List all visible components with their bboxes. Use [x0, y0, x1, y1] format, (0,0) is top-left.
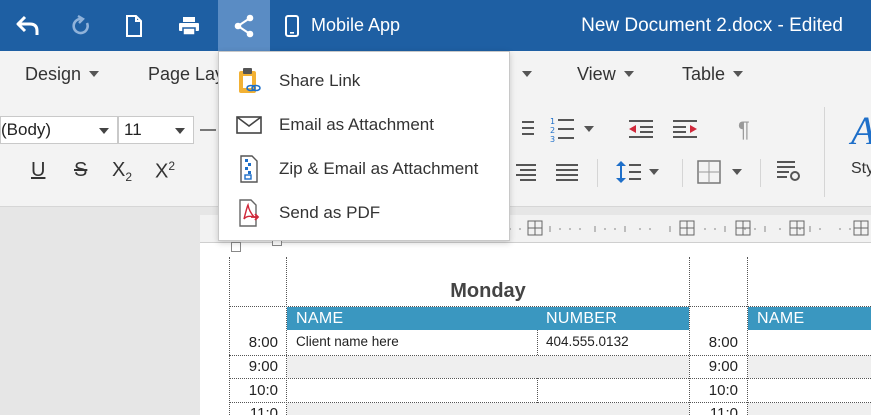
table-gridline — [747, 257, 748, 415]
tab-label: Page Lay — [148, 63, 225, 84]
paragraph-settings-icon[interactable] — [776, 160, 802, 182]
table-row-time: 8:00 — [248, 334, 278, 351]
numbered-list-icon[interactable]: 1 2 3 — [548, 115, 600, 143]
undo-icon — [16, 15, 39, 35]
borders-icon[interactable] — [697, 160, 747, 184]
column-header-name: NAME — [287, 307, 537, 330]
table-gridline — [229, 257, 230, 415]
tab-page-layout[interactable]: Page Lay — [148, 51, 224, 97]
share-button[interactable] — [218, 0, 270, 51]
undo-button[interactable] — [2, 0, 54, 51]
document-title: New Document 2.docx - Edited — [581, 14, 843, 36]
table-row-number[interactable]: 404.555.0132 — [546, 334, 629, 349]
tab-label: Design — [25, 63, 82, 84]
redo-icon — [72, 14, 89, 34]
table-row-time-right: 9:00 — [708, 358, 738, 375]
column-header-name-right: NAME — [748, 307, 871, 330]
chevron-down-icon — [623, 71, 634, 77]
tab-label: Table — [682, 63, 726, 84]
email-attachment-label: Email as Attachment — [279, 115, 434, 134]
ribbon-divider — [760, 159, 761, 187]
table-row-time-right: 8:00 — [708, 334, 738, 351]
bullet-list-icon[interactable] — [520, 119, 534, 137]
table-row-time: 9:00 — [248, 358, 278, 375]
chevron-down-icon — [89, 71, 100, 77]
styles-label: Sty — [851, 160, 871, 177]
grow-font-icon[interactable] — [200, 129, 216, 131]
chevron-down-icon — [175, 128, 185, 134]
day-title: Monday — [450, 280, 526, 302]
chevron-down-icon — [733, 71, 744, 77]
superscript-button[interactable]: X2 — [155, 159, 175, 184]
superscript-base: X — [155, 160, 169, 183]
zip-email-label: Zip & Email as Attachment — [279, 159, 479, 178]
title-bar: Mobile App New Document 2.docx - Edited — [0, 0, 871, 51]
table-row-time-right: 10:0 — [708, 382, 738, 399]
table-move-handle[interactable] — [231, 242, 241, 252]
decrease-indent-icon[interactable] — [628, 119, 654, 139]
print-button[interactable] — [163, 0, 215, 51]
align-right-icon[interactable] — [512, 163, 536, 181]
share-link-label: Share Link — [279, 71, 361, 90]
table-row-name[interactable]: Client name here — [296, 334, 399, 349]
tab-view[interactable]: View — [577, 51, 634, 97]
tab-design[interactable]: Design — [25, 51, 100, 97]
new-document-button[interactable] — [108, 0, 160, 51]
table-row-shade — [748, 403, 871, 415]
subscript-base: X — [112, 159, 126, 181]
font-name-select[interactable]: (Body) — [0, 116, 118, 144]
table-row-shade — [748, 356, 871, 378]
zip-email-item[interactable]: Zip & Email as Attachment — [219, 147, 509, 191]
pdf-icon — [239, 199, 260, 227]
table-row-time: 11:0 — [249, 405, 278, 415]
column-header-number: NUMBER — [537, 307, 689, 330]
mobile-app-button[interactable]: Mobile App — [285, 0, 400, 51]
share-menu: Share Link Email as Attachment Zip & Ema… — [218, 51, 510, 241]
table-row-time-right: 11:0 — [709, 405, 738, 415]
svg-text:2: 2 — [550, 126, 555, 135]
ribbon-divider — [597, 159, 598, 187]
svg-text:1: 1 — [550, 117, 555, 126]
chevron-down-icon — [522, 71, 532, 77]
email-icon — [236, 116, 262, 134]
mobile-app-label: Mobile App — [311, 15, 401, 35]
send-pdf-label: Send as PDF — [279, 203, 381, 222]
underline-button[interactable]: U — [31, 159, 45, 182]
ribbon-divider — [682, 159, 683, 187]
pilcrow-icon[interactable]: ¶ — [738, 117, 750, 143]
subscript-button[interactable]: X2 — [112, 159, 132, 184]
email-attachment-item[interactable]: Email as Attachment — [219, 103, 509, 147]
zip-icon — [240, 155, 258, 183]
phone-icon — [285, 14, 299, 37]
font-size-select[interactable]: 11 — [118, 116, 194, 144]
tab-label: View — [577, 63, 616, 84]
justify-icon[interactable] — [555, 163, 579, 181]
increase-indent-icon[interactable] — [672, 119, 698, 139]
send-pdf-item[interactable]: Send as PDF — [219, 191, 509, 235]
document-icon — [126, 14, 142, 37]
subscript-mark: 2 — [125, 170, 133, 184]
share-link-icon — [239, 68, 261, 93]
tab-hidden-caret[interactable] — [522, 51, 532, 97]
table-row-shade — [287, 356, 689, 378]
superscript-mark: 2 — [168, 159, 176, 173]
line-spacing-icon[interactable] — [615, 160, 663, 184]
printer-icon — [179, 16, 199, 36]
table-row-time: 10:0 — [248, 382, 278, 399]
styles-gallery-icon[interactable]: A — [851, 107, 871, 154]
table-row-shade — [287, 403, 689, 415]
chevron-down-icon — [99, 128, 109, 134]
share-icon — [234, 14, 254, 37]
tab-table[interactable]: Table — [682, 51, 744, 97]
table-gridline — [229, 378, 871, 379]
redo-button[interactable] — [55, 0, 107, 51]
table-gridline — [286, 257, 287, 415]
svg-text:3: 3 — [550, 135, 555, 143]
ribbon-divider — [824, 107, 825, 197]
share-link-item[interactable]: Share Link — [219, 59, 509, 103]
table-gridline — [689, 257, 690, 415]
font-size-value: 11 — [124, 120, 142, 139]
strikethrough-button[interactable]: S — [74, 159, 87, 182]
font-name-value: (Body) — [1, 120, 52, 139]
